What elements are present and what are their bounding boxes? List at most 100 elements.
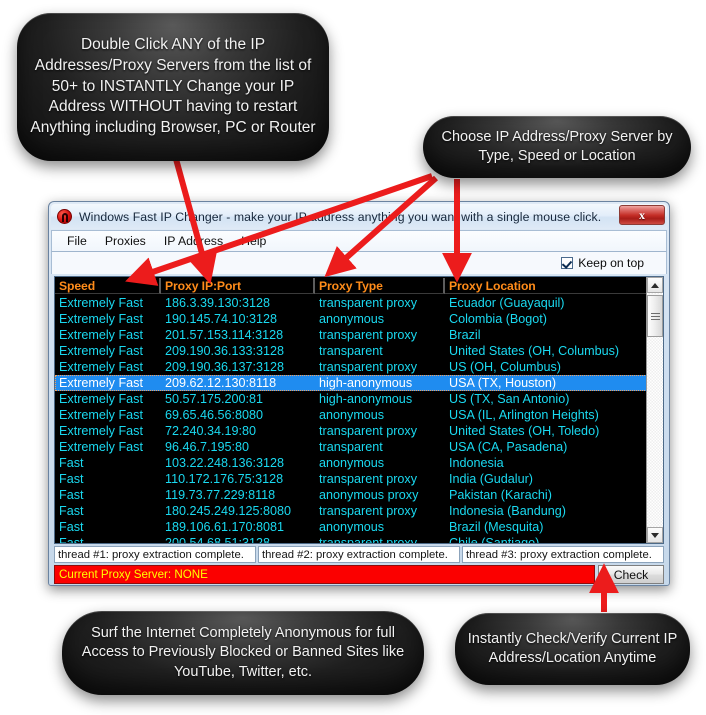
proxy-list-header: Speed Proxy IP:Port Proxy Type Proxy Loc…	[55, 277, 663, 294]
table-row[interactable]: Extremely Fast 190.145.74.10:3128 anonymou…	[55, 311, 663, 327]
table-row[interactable]: Extremely Fast 209.190.36.137:3128 transpa…	[55, 359, 663, 375]
cell-speed: Extremely Fast	[59, 360, 143, 374]
callout-surf-text: Surf the Internet Completely Anonymous f…	[81, 625, 405, 680]
cell-proxy-ip-port: 189.106.61.170:8081	[165, 520, 285, 534]
thread-status-1: thread #1: proxy extraction complete.	[54, 546, 256, 563]
cell-speed: Extremely Fast	[59, 296, 143, 310]
checkbox-checked-icon[interactable]	[561, 257, 574, 269]
cell-proxy-ip-port: 69.65.46.56:8080	[165, 408, 264, 422]
table-row[interactable]: Fast 180.245.249.125:8080 transparent prox…	[55, 503, 663, 519]
cell-proxy-ip-port: 200.54.68.51:3128	[165, 536, 271, 543]
thread-status-3: thread #3: proxy extraction complete.	[462, 546, 664, 563]
menu-bar: File Proxies IP Address Help	[51, 230, 667, 252]
cell-proxy-type: transparent proxy	[319, 536, 418, 543]
cell-proxy-ip-port: 103.22.248.136:3128	[165, 456, 285, 470]
table-row[interactable]: Fast 103.22.248.136:3128 anonymous Indonesi…	[55, 455, 663, 471]
cell-proxy-ip-port: 119.73.77.229:8118	[165, 488, 276, 502]
proxy-list-panel: Speed Proxy IP:Port Proxy Type Proxy Loc…	[54, 276, 664, 544]
menu-item-proxies[interactable]: Proxies	[96, 233, 155, 249]
cell-proxy-type: transparent proxy	[319, 328, 418, 342]
callout-choose-ip-text: Choose IP Address/Proxy Server by Type, …	[441, 128, 673, 164]
current-proxy-status: Current Proxy Server: NONE	[54, 565, 595, 584]
cell-speed: Extremely Fast	[59, 408, 143, 422]
column-header-proxy-ip-port[interactable]: Proxy IP:Port	[161, 278, 315, 294]
cell-proxy-location: United States (OH, Toledo)	[449, 424, 600, 438]
table-row[interactable]: Extremely Fast 50.57.175.200:81 high-anony…	[55, 391, 663, 407]
table-row[interactable]: Extremely Fast 96.46.7.195:80 transparent U…	[55, 439, 663, 455]
cell-proxy-location: Ecuador (Guayaquil)	[449, 296, 565, 310]
window-title: Windows Fast IP Changer - make your IP a…	[79, 209, 602, 224]
cell-proxy-type: transparent	[319, 344, 383, 358]
scrollbar-thumb[interactable]	[647, 295, 663, 337]
cell-proxy-location: United States (OH, Columbus)	[449, 344, 620, 358]
cell-proxy-location: USA (TX, Houston)	[449, 376, 557, 390]
cell-proxy-type: anonymous proxy	[319, 488, 419, 502]
callout-surf-anonymous: Surf the Internet Completely Anonymous f…	[62, 611, 424, 695]
column-header-speed[interactable]: Speed	[55, 278, 161, 294]
cell-proxy-location: Indonesia	[449, 456, 504, 470]
check-button[interactable]: Check	[598, 565, 664, 584]
keep-on-top-checkbox[interactable]: Keep on top	[561, 256, 644, 270]
cell-proxy-location: Colombia (Bogot)	[449, 312, 547, 326]
application-window: Windows Fast IP Changer - make your IP a…	[48, 201, 670, 586]
cell-proxy-ip-port: 50.57.175.200:81	[165, 392, 264, 406]
cell-proxy-type: anonymous	[319, 456, 385, 470]
table-row[interactable]: Fast 119.73.77.229:8118 anonymous proxy Pak…	[55, 487, 663, 503]
callout-instant-check-text: Instantly Check/Verify Current IP Addres…	[467, 630, 678, 666]
table-row[interactable]: Extremely Fast 186.3.39.130:3128 transpare…	[55, 295, 663, 311]
cell-speed: Fast	[59, 536, 84, 543]
cell-proxy-location: Indonesia (Bandung)	[449, 504, 566, 518]
scroll-down-button[interactable]	[647, 527, 663, 543]
proxy-list-rows: Extremely Fast 186.3.39.130:3128 transpare…	[55, 294, 663, 543]
cell-proxy-location: USA (CA, Pasadena)	[449, 440, 568, 454]
table-row[interactable]: Extremely Fast 201.57.153.114:3128 transpa…	[55, 327, 663, 343]
cell-speed: Fast	[59, 472, 84, 486]
column-header-proxy-location[interactable]: Proxy Location	[445, 278, 663, 294]
cell-proxy-location: India (Gudalur)	[449, 472, 533, 486]
cell-speed: Fast	[59, 520, 84, 534]
cell-proxy-type: anonymous	[319, 408, 385, 422]
cell-proxy-location: Pakistan (Karachi)	[449, 488, 552, 502]
cell-speed: Extremely Fast	[59, 424, 143, 438]
cell-proxy-ip-port: 209.190.36.137:3128	[165, 360, 285, 374]
scrollbar-track[interactable]	[647, 293, 663, 527]
table-row[interactable]: Extremely Fast 72.240.34.19:80 transparent…	[55, 423, 663, 439]
cell-speed: Fast	[59, 488, 84, 502]
cell-speed: Extremely Fast	[59, 376, 143, 390]
table-row[interactable]: Fast 189.106.61.170:8081 anonymous Brazil (…	[55, 519, 663, 535]
cell-proxy-type: transparent	[319, 440, 383, 454]
menu-item-ip-address[interactable]: IP Address	[155, 233, 232, 249]
cell-proxy-ip-port: 209.190.36.133:3128	[165, 344, 285, 358]
proxy-list-scrollbar[interactable]	[646, 277, 663, 543]
thread-status-bar: thread #1: proxy extraction complete. th…	[54, 546, 664, 563]
callout-choose-ip: Choose IP Address/Proxy Server by Type, …	[423, 116, 691, 178]
table-row[interactable]: Fast 110.172.176.75:3128 transparent proxy…	[55, 471, 663, 487]
table-row[interactable]: Extremely Fast 209.62.12.130:8118 high-ano…	[55, 375, 663, 391]
cell-proxy-ip-port: 201.57.153.114:3128	[165, 328, 284, 342]
callout-double-click: Double Click ANY of the IP Addresses/Pro…	[17, 13, 329, 161]
keep-on-top-label: Keep on top	[578, 256, 644, 270]
cell-proxy-location: Chile (Santiago)	[449, 536, 540, 543]
table-row[interactable]: Extremely Fast 209.190.36.133:3128 transpa…	[55, 343, 663, 359]
cell-proxy-ip-port: 180.245.249.125:8080	[165, 504, 292, 518]
menu-item-help[interactable]: Help	[232, 233, 275, 249]
cell-proxy-ip-port: 209.62.12.130:8118	[165, 376, 277, 390]
cell-proxy-ip-port: 110.172.176.75:3128	[165, 472, 284, 486]
table-row[interactable]: Fast 200.54.68.51:3128 transparent proxy Ch…	[55, 535, 663, 543]
cell-speed: Extremely Fast	[59, 392, 143, 406]
chevron-up-icon	[651, 282, 659, 288]
close-button[interactable]: x	[619, 205, 665, 225]
cell-proxy-type: transparent proxy	[319, 424, 418, 438]
scroll-up-button[interactable]	[647, 277, 663, 293]
table-row[interactable]: Extremely Fast 69.65.46.56:8080 anonymous U…	[55, 407, 663, 423]
cell-proxy-location: Brazil	[449, 328, 481, 342]
cell-proxy-location: US (OH, Columbus)	[449, 360, 561, 374]
menu-item-file[interactable]: File	[58, 233, 96, 249]
title-bar[interactable]: Windows Fast IP Changer - make your IP a…	[51, 204, 667, 229]
app-logo-icon	[57, 209, 72, 224]
cell-proxy-location: USA (IL, Arlington Heights)	[449, 408, 599, 422]
cell-speed: Extremely Fast	[59, 344, 143, 358]
cell-proxy-type: transparent proxy	[319, 472, 418, 486]
cell-proxy-type: transparent proxy	[319, 504, 418, 518]
column-header-proxy-type[interactable]: Proxy Type	[315, 278, 445, 294]
